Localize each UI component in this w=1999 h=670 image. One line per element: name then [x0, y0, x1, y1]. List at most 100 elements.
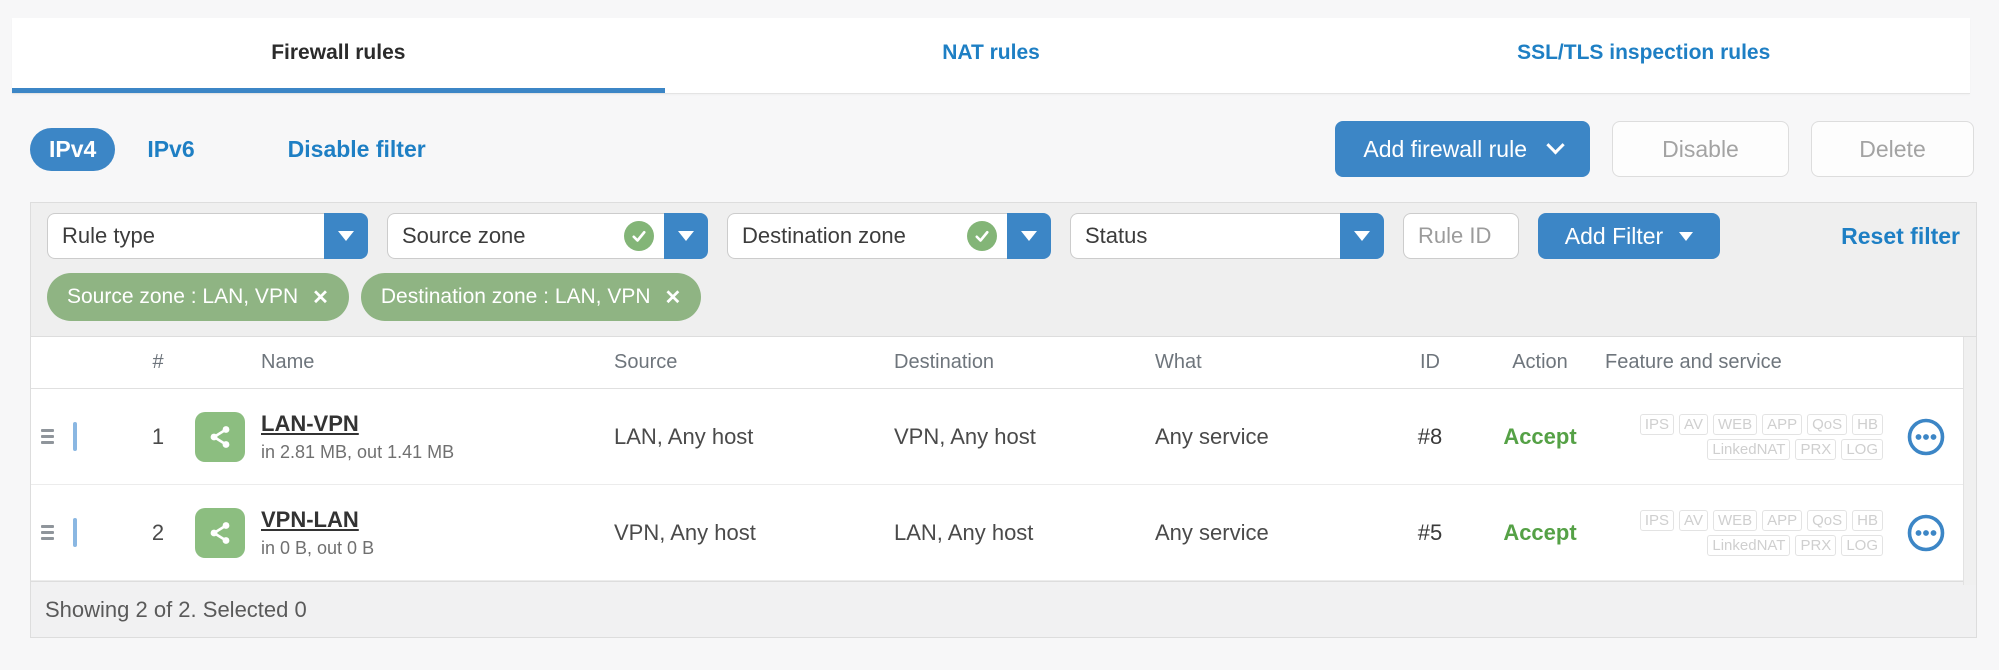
tab-label: SSL/TLS inspection rules — [1517, 41, 1771, 64]
more-actions-icon[interactable] — [1905, 512, 1947, 554]
add-firewall-rule-button[interactable]: Add firewall rule — [1335, 121, 1590, 177]
dropdown-open-button[interactable] — [664, 213, 708, 259]
reset-filter-link[interactable]: Reset filter — [1841, 223, 1960, 250]
feature-badge: WEB — [1712, 413, 1758, 435]
feature-badge: AV — [1679, 509, 1708, 531]
more-actions-icon[interactable] — [1905, 416, 1947, 458]
add-firewall-rule-label: Add firewall rule — [1363, 135, 1527, 162]
dropdown-label: Destination zone — [742, 223, 906, 248]
toolbar-actions: Add firewall rule Disable Delete — [1335, 121, 1974, 177]
table-row: 2 VPN-LAN in 0 B, out 0 B VPN, Any host … — [31, 485, 1964, 581]
feature-badge: HB — [1852, 509, 1883, 531]
row-number: 1 — [151, 423, 165, 449]
delete-button[interactable]: Delete — [1811, 121, 1974, 177]
ip-version-toggle: IPv4 IPv6 Disable filter — [30, 127, 426, 171]
col-header-name: Name — [261, 351, 315, 373]
col-header-feature-service: Feature and service — [1605, 351, 1782, 373]
row-checkbox[interactable] — [73, 517, 77, 547]
feature-badges: IPS AV WEB APP QoS HB LinkedNAT PRX LOG — [1605, 509, 1883, 556]
destination-cell: LAN, Any host — [894, 519, 1034, 545]
dropdown-label: Source zone — [402, 223, 526, 248]
row-checkbox[interactable] — [73, 421, 77, 451]
status-field[interactable]: Status — [1070, 213, 1340, 259]
tab-ssl-tls-inspection-rules[interactable]: SSL/TLS inspection rules — [1317, 18, 1970, 93]
col-header-action: Action — [1512, 351, 1568, 373]
table-footer: Showing 2 of 2. Selected 0 — [31, 581, 1976, 637]
feature-badge: WEB — [1712, 509, 1758, 531]
dropdown-arrow-icon — [1021, 231, 1037, 241]
what-cell: Any service — [1155, 423, 1269, 449]
rule-traffic: in 0 B, out 0 B — [261, 537, 375, 558]
rule-id-input[interactable] — [1403, 213, 1519, 259]
add-filter-button[interactable]: Add Filter — [1538, 213, 1720, 259]
close-icon[interactable]: ✕ — [665, 285, 682, 310]
chip-label: Destination zone : LAN, VPN — [380, 285, 651, 308]
rule-type-dropdown[interactable]: Rule type — [47, 213, 368, 259]
filter-chip-destination-zone: Destination zone : LAN, VPN ✕ — [360, 273, 702, 321]
rule-name-link[interactable]: VPN-LAN — [261, 507, 374, 533]
ipv6-toggle[interactable]: IPv6 — [147, 136, 194, 163]
feature-badge: LOG — [1841, 534, 1883, 556]
share-icon — [195, 507, 245, 558]
check-icon — [967, 221, 997, 251]
destination-cell: VPN, Any host — [894, 423, 1036, 449]
table-row: 1 LAN-VPN in 2.81 MB, out 1.41 MB LAN, A… — [31, 389, 1964, 485]
feature-badge: LinkedNAT — [1707, 534, 1791, 556]
share-icon — [195, 411, 245, 462]
tab-firewall-rules[interactable]: Firewall rules — [12, 18, 665, 93]
source-zone-dropdown[interactable]: Source zone — [387, 213, 708, 259]
rule-name-cell: VPN-LAN in 0 B, out 0 B — [187, 507, 614, 559]
dropdown-open-button[interactable] — [1340, 213, 1384, 259]
dropdown-label: Status — [1085, 223, 1148, 248]
rule-traffic: in 2.81 MB, out 1.41 MB — [261, 441, 455, 462]
dropdown-arrow-icon — [678, 231, 694, 241]
col-header-source: Source — [614, 351, 678, 373]
filter-chips: Source zone : LAN, VPN ✕ Destination zon… — [47, 273, 1960, 321]
chip-label: Source zone : LAN, VPN — [67, 285, 299, 308]
source-cell: VPN, Any host — [614, 519, 756, 545]
firewall-rules-page: Firewall rules NAT rules SSL/TLS inspect… — [0, 0, 1999, 670]
check-icon — [624, 221, 654, 251]
rule-id-cell: #8 — [1417, 423, 1443, 449]
filter-row: Rule type Source zone Destination zone S… — [47, 213, 1960, 259]
status-dropdown[interactable]: Status — [1070, 213, 1384, 259]
source-cell: LAN, Any host — [614, 423, 754, 449]
dropdown-label: Rule type — [62, 223, 155, 248]
filter-chip-source-zone: Source zone : LAN, VPN ✕ — [47, 273, 349, 321]
rule-name-link[interactable]: LAN-VPN — [261, 411, 454, 437]
showing-status: Showing 2 of 2. Selected 0 — [45, 596, 307, 622]
ipv4-toggle[interactable]: IPv4 — [30, 127, 116, 171]
dropdown-arrow-icon — [338, 231, 354, 241]
dropdown-arrow-icon — [1354, 231, 1370, 241]
action-cell: Accept — [1503, 519, 1577, 545]
feature-badge: IPS — [1639, 413, 1675, 435]
rule-type-field[interactable]: Rule type — [47, 213, 324, 259]
col-header-what: What — [1155, 351, 1202, 373]
tab-nat-rules[interactable]: NAT rules — [665, 18, 1318, 93]
drag-handle-icon[interactable] — [41, 525, 54, 540]
dropdown-open-button[interactable] — [324, 213, 368, 259]
dropdown-open-button[interactable] — [1007, 213, 1051, 259]
disable-filter-link[interactable]: Disable filter — [288, 136, 426, 163]
table-scrollbar-track[interactable] — [1963, 337, 1976, 585]
tab-bar: Firewall rules NAT rules SSL/TLS inspect… — [12, 18, 1970, 94]
feature-badge: APP — [1762, 413, 1803, 435]
feature-badge: HB — [1852, 413, 1883, 435]
rule-name-cell: LAN-VPN in 2.81 MB, out 1.41 MB — [187, 411, 614, 463]
feature-badge: LOG — [1841, 438, 1883, 460]
source-zone-field[interactable]: Source zone — [387, 213, 664, 259]
toolbar: IPv4 IPv6 Disable filter Add firewall ru… — [30, 120, 1974, 178]
feature-badge: IPS — [1639, 509, 1675, 531]
rule-id-cell: #5 — [1417, 519, 1443, 545]
destination-zone-dropdown[interactable]: Destination zone — [727, 213, 1051, 259]
tab-label: NAT rules — [942, 41, 1040, 64]
feature-badge: APP — [1762, 509, 1803, 531]
close-icon[interactable]: ✕ — [312, 285, 329, 310]
drag-handle-icon[interactable] — [41, 429, 54, 444]
tab-label: Firewall rules — [271, 41, 406, 64]
destination-zone-field[interactable]: Destination zone — [727, 213, 1007, 259]
action-cell: Accept — [1503, 423, 1577, 449]
table-header-row: # Name Source Destination What ID Action… — [31, 337, 1964, 389]
feature-badges: IPS AV WEB APP QoS HB LinkedNAT PRX LOG — [1605, 413, 1883, 460]
disable-button[interactable]: Disable — [1612, 121, 1789, 177]
